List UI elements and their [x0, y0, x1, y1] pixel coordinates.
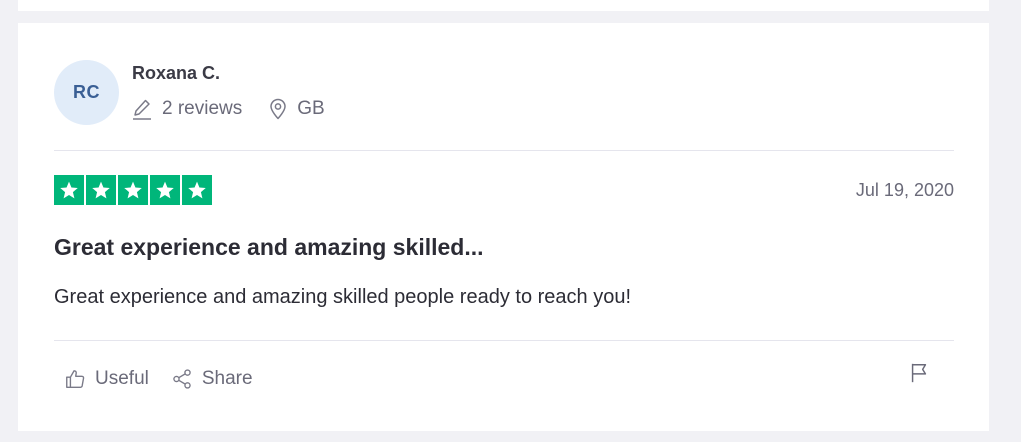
review-card: RC Roxana C. 2 reviews GB Jul 19, 2020 G…: [18, 23, 989, 431]
star-icon: [118, 175, 148, 205]
pencil-icon: [133, 99, 151, 120]
share-icon: [173, 369, 191, 389]
flag-icon: [911, 363, 927, 383]
location-label: GB: [297, 98, 325, 119]
previous-review-card: [18, 0, 989, 11]
star-rating: [54, 175, 212, 205]
location-pin-icon: [270, 98, 286, 120]
share-label: Share: [201, 368, 253, 389]
reviews-count-label: 2 reviews: [162, 98, 243, 119]
useful-label: Useful: [95, 368, 149, 389]
share-button[interactable]: Share: [171, 368, 253, 390]
review-actions: Useful Share: [64, 368, 253, 390]
review-text: Great experience and amazing skilled peo…: [54, 286, 632, 308]
useful-button[interactable]: Useful: [64, 368, 149, 390]
star-icon: [150, 175, 180, 205]
star-icon: [54, 175, 84, 205]
divider: [54, 340, 954, 341]
consumer-name[interactable]: Roxana C.: [132, 63, 220, 84]
star-icon: [182, 175, 212, 205]
report-flag-button[interactable]: [908, 362, 930, 384]
star-icon: [86, 175, 116, 205]
review-date: Jul 19, 2020: [855, 180, 954, 200]
divider: [54, 150, 954, 151]
consumer-meta: 2 reviews GB: [132, 98, 325, 120]
avatar-initials: RC: [73, 82, 100, 102]
thumbs-up-icon: [66, 370, 85, 388]
consumer-location: GB: [269, 98, 325, 120]
avatar[interactable]: RC: [54, 60, 119, 125]
review-title[interactable]: Great experience and amazing skilled...: [54, 234, 484, 261]
reviews-count: 2 reviews: [132, 98, 242, 120]
